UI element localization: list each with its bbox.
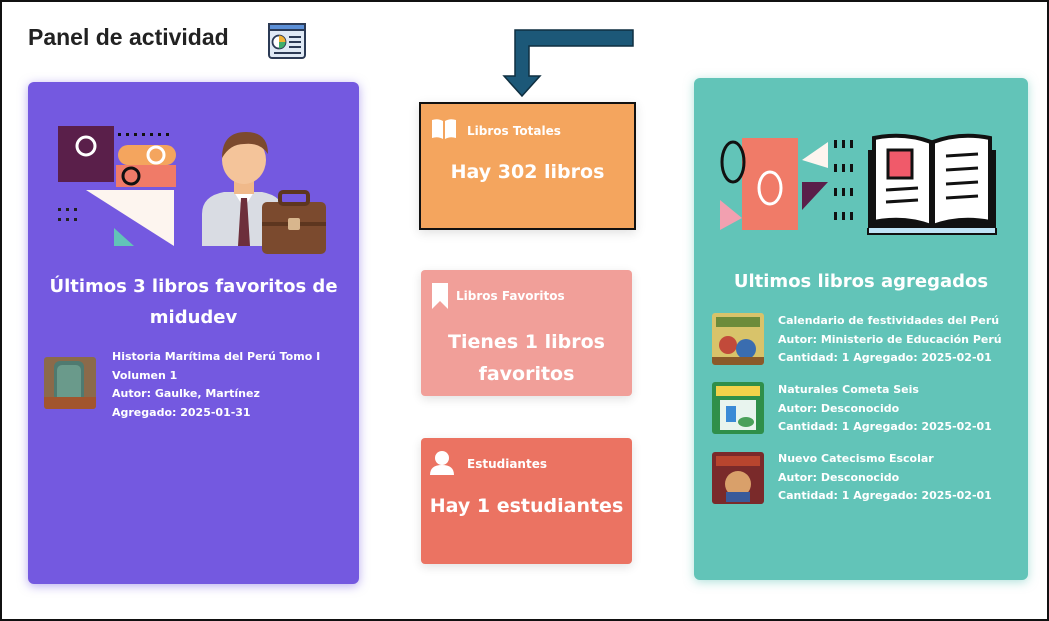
favorite-book-date: Agregado: 2025-01-31 [112, 405, 251, 419]
favorites-title-line2: midudev [149, 307, 238, 328]
favorites-panel: Últimos 3 libros favoritos de midudev Hi… [28, 82, 359, 584]
favorites-title-line1: Últimos 3 libros favoritos de [49, 276, 338, 297]
book-cover-thumbnail [712, 382, 764, 434]
students-label: Estudiantes [467, 457, 547, 471]
recent-book-title: Nuevo Catecismo Escolar [778, 452, 934, 465]
recent-book-meta: Cantidad: 1 Agregado: 2025-02-01 [778, 489, 992, 502]
recent-book-title: Calendario de festividades del Perú [778, 314, 1000, 327]
dashboard-chart-icon [268, 23, 306, 59]
book-cover-thumbnail [712, 452, 764, 504]
total-books-card[interactable]: Libros Totales Hay 302 libros [419, 102, 636, 230]
recent-book-meta: Cantidad: 1 Agregado: 2025-02-01 [778, 351, 992, 364]
bookmark-icon [432, 283, 448, 309]
book-cover-thumbnail [712, 313, 764, 365]
recent-books-panel: Ultimos libros agregados Calendario de f… [694, 78, 1028, 580]
favorite-books-value: Tienes 1 libros [448, 331, 605, 353]
favorite-books-value-cont: favoritos [478, 363, 575, 385]
book-cover-thumbnail [44, 357, 96, 409]
recent-book-author: Autor: Ministerio de Educación Perú [778, 332, 1002, 346]
recent-book-author: Autor: Desconocido [778, 470, 900, 484]
favorite-book-author: Autor: Gaulke, Martínez [112, 387, 260, 400]
total-books-label: Libros Totales [467, 124, 561, 138]
dashboard-frame: Panel de actividad Últimos 3 libros favo… [0, 0, 1049, 621]
favorites-title: Últimos 3 libros favoritos de midudev [28, 271, 359, 333]
students-value: Hay 1 estudiantes [429, 495, 624, 517]
recent-book-meta: Cantidad: 1 Agregado: 2025-02-01 [778, 420, 992, 433]
book-open-icon [432, 119, 456, 139]
pointer-arrow-icon [502, 29, 634, 98]
recent-book-title: Naturales Cometa Seis [778, 383, 919, 396]
total-books-value: Hay 302 libros [450, 161, 605, 183]
favorite-book-volume: Volumen 1 [112, 368, 178, 382]
favorite-book-title: Historia Marítima del Perú Tomo I [112, 350, 321, 363]
students-card[interactable]: Estudiantes Hay 1 estudiantes [421, 438, 632, 564]
recent-books-illustration [720, 133, 997, 235]
page-title: Panel de actividad [28, 24, 229, 50]
recent-book-author: Autor: Desconocido [778, 401, 900, 415]
recent-books-title: Ultimos libros agregados [733, 271, 989, 292]
favorite-books-card[interactable]: Libros Favoritos Tienes 1 libros favorit… [421, 270, 632, 396]
favorite-books-label: Libros Favoritos [456, 289, 565, 303]
page-header: Panel de actividad [28, 24, 229, 51]
user-icon [430, 451, 454, 475]
favorites-illustration [58, 126, 326, 254]
